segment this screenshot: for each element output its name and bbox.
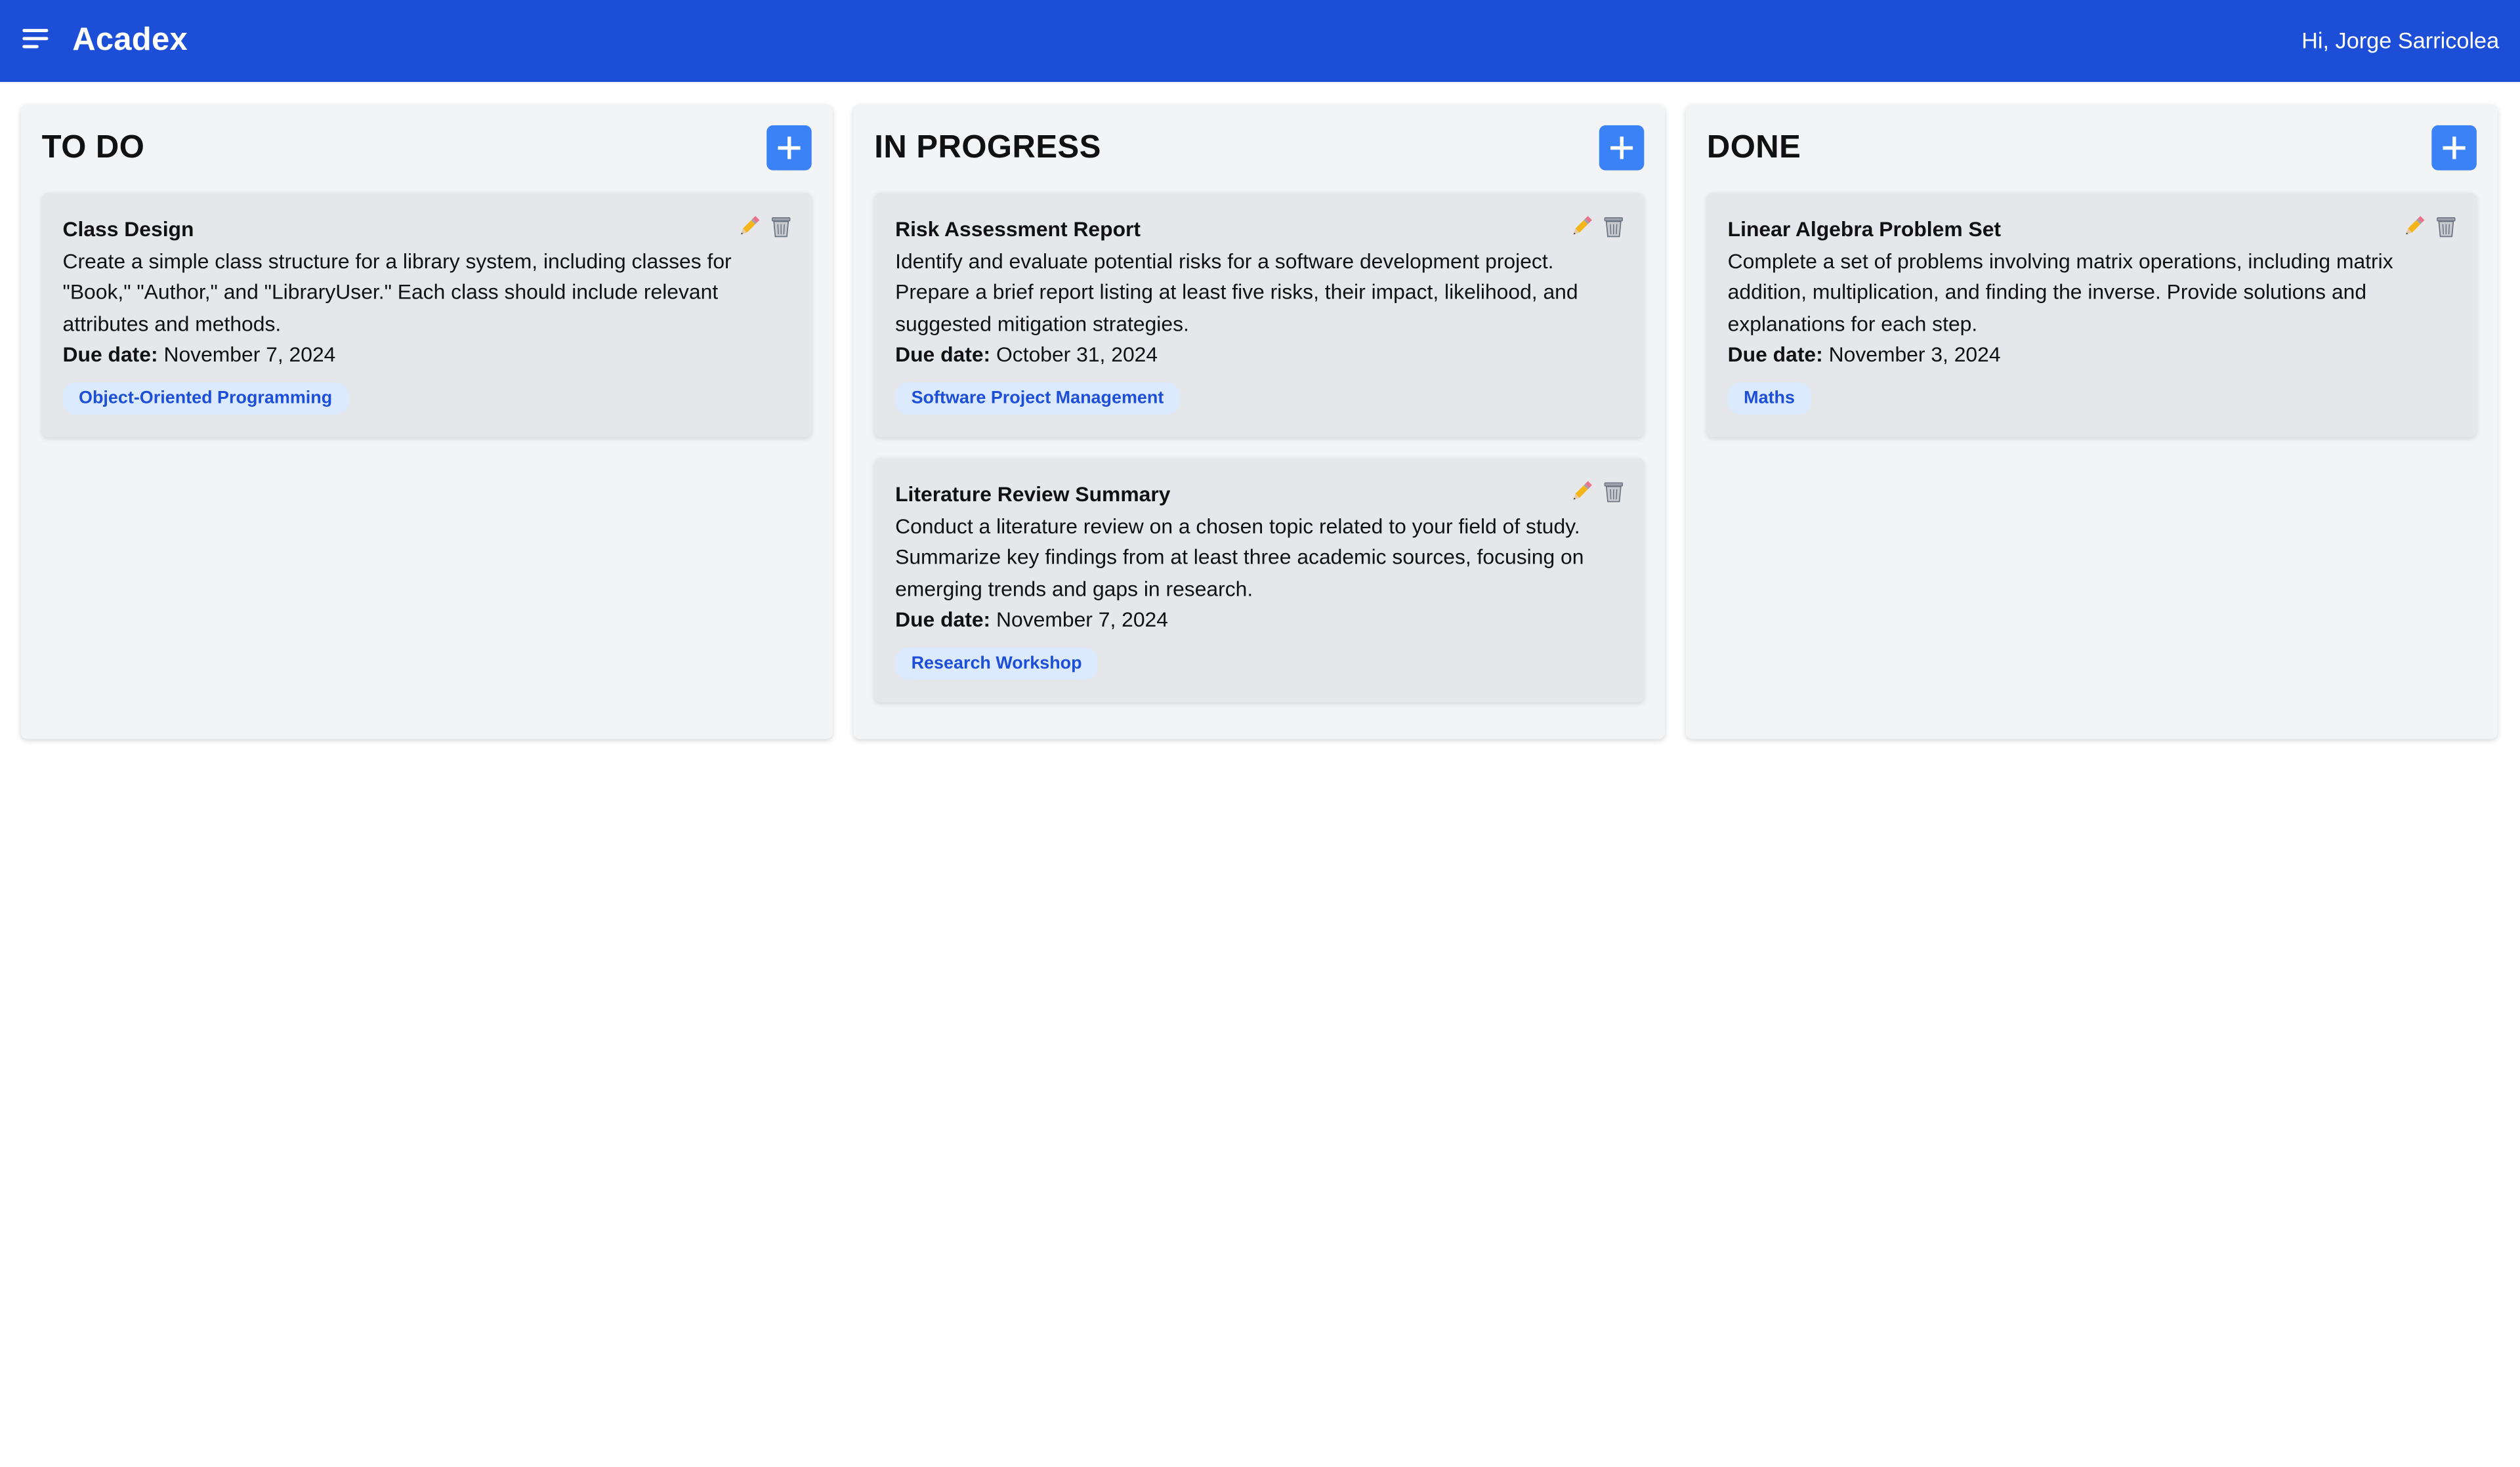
app-brand[interactable]: Acadex xyxy=(72,19,188,61)
course-tag: Object-Oriented Programming xyxy=(62,382,348,415)
task-card[interactable]: Class Design Create a simple class struc… xyxy=(41,192,812,438)
due-date-label: Due date: xyxy=(895,608,991,632)
card-title: Class Design xyxy=(62,217,194,241)
course-tag: Maths xyxy=(1727,382,1811,415)
card-list: Risk Assessment Report Identify and eval… xyxy=(874,192,1645,703)
column-title: IN PROGRESS xyxy=(874,130,1101,166)
task-card[interactable]: Literature Review Summary Conduct a lite… xyxy=(874,457,1645,703)
column-in-progress: IN PROGRESS Risk Assessment Report Ident… xyxy=(853,104,1666,739)
due-date-label: Due date: xyxy=(895,342,991,367)
card-title: Linear Algebra Problem Set xyxy=(1727,217,2002,241)
card-description: Complete a set of problems involving mat… xyxy=(1727,248,2393,336)
task-card[interactable]: Risk Assessment Report Identify and eval… xyxy=(874,192,1645,438)
due-date-label: Due date: xyxy=(1727,342,1823,367)
pencil-icon[interactable] xyxy=(1570,480,1593,503)
due-date-label: Due date: xyxy=(62,342,158,367)
card-due-date: Due date: November 7, 2024 xyxy=(895,605,1623,636)
add-task-button[interactable] xyxy=(766,125,812,171)
card-actions xyxy=(738,215,792,238)
pencil-icon[interactable] xyxy=(738,215,760,238)
column-header: DONE xyxy=(1707,104,2477,193)
column-todo: TO DO Class Design Create a simple class… xyxy=(20,104,833,739)
plus-icon xyxy=(2443,136,2466,159)
course-tag: Software Project Management xyxy=(895,382,1180,415)
card-list: Linear Algebra Problem Set Complete a se… xyxy=(1706,192,2477,438)
trash-can-icon[interactable] xyxy=(1603,215,1625,238)
card-description: Identify and evaluate potential risks fo… xyxy=(895,248,1578,336)
card-description: Conduct a literature review on a chosen … xyxy=(895,513,1584,601)
due-date-value: November 3, 2024 xyxy=(1828,342,2001,367)
card-due-date: Due date: November 3, 2024 xyxy=(1728,340,2456,371)
plus-icon xyxy=(1610,136,1633,159)
column-done: DONE Linear Algebra Problem Set Complete… xyxy=(1686,104,2498,739)
card-due-date: Due date: November 7, 2024 xyxy=(63,340,791,371)
menu-icon[interactable] xyxy=(22,28,50,52)
pencil-icon[interactable] xyxy=(2403,215,2425,238)
card-description: Create a simple class structure for a li… xyxy=(62,248,732,336)
card-due-date: Due date: October 31, 2024 xyxy=(895,340,1623,371)
due-date-value: November 7, 2024 xyxy=(163,342,336,367)
top-navbar: Acadex Hi, Jorge Sarricolea xyxy=(0,0,2520,82)
card-actions xyxy=(2403,215,2457,238)
course-tag: Research Workshop xyxy=(895,647,1099,680)
column-title: TO DO xyxy=(41,130,145,166)
trash-can-icon[interactable] xyxy=(770,215,792,238)
kanban-board: TO DO Class Design Create a simple class… xyxy=(20,104,2499,739)
card-actions xyxy=(1570,480,1625,503)
add-task-button[interactable] xyxy=(1599,125,1645,171)
user-greeting: Hi, Jorge Sarricolea xyxy=(2301,27,2500,53)
plus-icon xyxy=(778,136,801,159)
add-task-button[interactable] xyxy=(2431,125,2477,171)
column-header: IN PROGRESS xyxy=(874,104,1645,193)
pencil-icon[interactable] xyxy=(1570,215,1593,238)
card-title: Risk Assessment Report xyxy=(895,217,1141,241)
column-title: DONE xyxy=(1706,130,1801,166)
column-header: TO DO xyxy=(42,104,812,193)
task-card[interactable]: Linear Algebra Problem Set Complete a se… xyxy=(1706,192,2477,438)
card-title: Literature Review Summary xyxy=(895,482,1171,506)
due-date-value: November 7, 2024 xyxy=(996,608,1168,632)
card-list: Class Design Create a simple class struc… xyxy=(41,192,812,438)
due-date-value: October 31, 2024 xyxy=(996,342,1158,367)
trash-can-icon[interactable] xyxy=(1603,480,1625,503)
card-actions xyxy=(1570,215,1625,238)
trash-can-icon[interactable] xyxy=(2435,215,2457,238)
